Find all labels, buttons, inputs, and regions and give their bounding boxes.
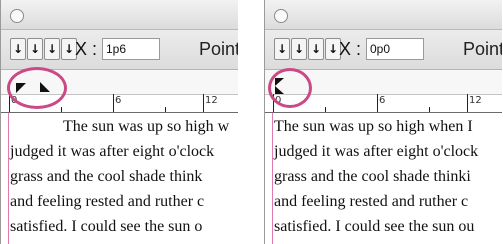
units-label: Point: [463, 39, 502, 59]
ruler-label: 12: [205, 95, 218, 106]
text-line: satisfied. I could see the sun o: [10, 218, 203, 235]
text-line: judged it was after eight o'clock: [274, 143, 479, 160]
text-line: grass and the cool shade think: [10, 168, 203, 185]
margin-guide: [8, 113, 9, 244]
ruler-label: 6: [379, 95, 386, 106]
highlight-circle: [7, 67, 67, 109]
tabs-toolbar: ↓ ↓ ↓ ↓ X : 1p6 Point: [1, 30, 238, 70]
text-line: The sun was up so high when I: [274, 118, 473, 135]
ruler-label: 6: [115, 95, 122, 106]
right-justified-tab-button[interactable]: ↓: [308, 38, 324, 60]
close-button[interactable]: [274, 9, 288, 23]
close-button[interactable]: [10, 9, 24, 23]
text-line: grass and the cool shade thinki: [274, 168, 471, 185]
title-bar: [265, 0, 502, 30]
center-justified-tab-button[interactable]: ↓: [291, 38, 307, 60]
left-justified-tab-button[interactable]: ↓: [274, 38, 290, 60]
tabs-panel-right: ↓ ↓ ↓ ↓ X : 0p0 Point 0 6 12 The sun was…: [264, 0, 502, 244]
margin-guide: [272, 113, 273, 244]
text-preview: The sun was up so high w judged it was a…: [1, 113, 238, 244]
text-line: The sun was up so high w: [63, 118, 230, 135]
title-bar: [1, 0, 238, 30]
text-line: and feeling rested and ruther c: [10, 193, 205, 210]
text-preview: The sun was up so high when I judged it …: [265, 113, 502, 244]
left-justified-tab-button[interactable]: ↓: [10, 38, 26, 60]
tabs-panel-left: ↓ ↓ ↓ ↓ X : 1p6 Point 0 6 12 The sun was…: [0, 0, 238, 244]
x-position-label: X :: [339, 39, 362, 59]
highlight-circle: [268, 68, 312, 108]
text-line: and feeling rested and ruther c: [274, 193, 469, 210]
right-justified-tab-button[interactable]: ↓: [44, 38, 60, 60]
center-justified-tab-button[interactable]: ↓: [27, 38, 43, 60]
units-label: Point: [199, 39, 238, 59]
x-position-label: X :: [75, 39, 98, 59]
tabs-toolbar: ↓ ↓ ↓ ↓ X : 0p0 Point: [265, 30, 502, 70]
x-position-input[interactable]: 0p0: [366, 38, 424, 60]
text-line: satisfied. I could see the sun ou: [274, 218, 475, 235]
x-position-input[interactable]: 1p6: [102, 38, 160, 60]
text-line: judged it was after eight o'clock: [10, 143, 215, 160]
ruler-label: 12: [469, 95, 482, 106]
